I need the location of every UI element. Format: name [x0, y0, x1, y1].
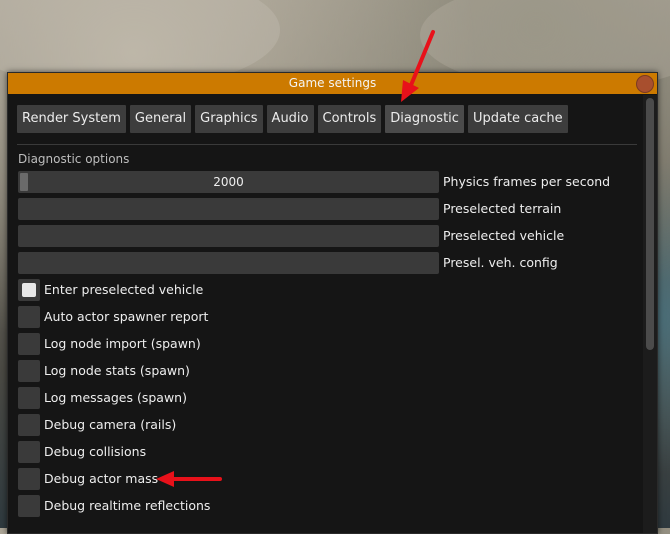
tab-diagnostic[interactable]: Diagnostic	[385, 105, 464, 133]
section-label: Diagnostic options	[18, 152, 130, 166]
physics-fps-label: Physics frames per second	[443, 174, 611, 189]
close-icon[interactable]	[636, 75, 654, 93]
window-titlebar[interactable]: Game settings	[8, 73, 657, 94]
preselected-terrain-row: Preselected terrain	[18, 198, 638, 220]
preselected-terrain-label: Preselected terrain	[443, 201, 562, 216]
checkbox[interactable]	[18, 279, 40, 301]
checkbox[interactable]	[18, 387, 40, 409]
tab-audio[interactable]: Audio	[266, 105, 314, 133]
tab-render-system[interactable]: Render System	[17, 105, 126, 133]
checkbox-label: Log node stats (spawn)	[44, 363, 190, 378]
preselected-vehicle-row: Preselected vehicle	[18, 225, 638, 247]
tab-separator	[17, 144, 637, 145]
checkbox-label: Debug camera (rails)	[44, 417, 177, 432]
preselected-vehicle-input[interactable]	[18, 225, 439, 247]
scrollbar-thumb[interactable]	[646, 98, 654, 350]
tab-update-cache[interactable]: Update cache	[467, 105, 568, 133]
preselected-config-input[interactable]	[18, 252, 439, 274]
tab-bar: Render System General Graphics Audio Con…	[17, 105, 568, 133]
checkbox-label: Log node import (spawn)	[44, 336, 201, 351]
checkbox-label: Debug actor mass	[44, 471, 159, 486]
checkbox-label: Auto actor spawner report	[44, 309, 209, 324]
preselected-config-label: Presel. veh. config	[443, 255, 558, 270]
checkbox[interactable]	[18, 468, 40, 490]
vertical-scrollbar[interactable]	[643, 95, 657, 533]
checkbox-label: Debug collisions	[44, 444, 147, 459]
checkbox[interactable]	[18, 360, 40, 382]
tab-general[interactable]: General	[129, 105, 192, 133]
preselected-config-row: Presel. veh. config	[18, 252, 638, 274]
preselected-terrain-input[interactable]	[18, 198, 439, 220]
checkbox[interactable]	[18, 441, 40, 463]
checkbox[interactable]	[18, 333, 40, 355]
checkbox[interactable]	[18, 414, 40, 436]
checkbox[interactable]	[18, 306, 40, 328]
settings-content: Render System General Graphics Audio Con…	[8, 95, 643, 533]
preselected-vehicle-label: Preselected vehicle	[443, 228, 565, 243]
game-settings-window: Game settings Render System General Grap…	[7, 72, 658, 534]
checkbox[interactable]	[18, 495, 40, 517]
window-title: Game settings	[288, 76, 377, 90]
tab-controls[interactable]: Controls	[317, 105, 382, 133]
checkbox-label: Debug realtime reflections	[44, 498, 211, 513]
tab-graphics[interactable]: Graphics	[195, 105, 263, 133]
checkbox-label: Enter preselected vehicle	[44, 282, 204, 297]
physics-fps-value: 2000	[213, 175, 244, 189]
checkbox-label: Log messages (spawn)	[44, 390, 187, 405]
physics-fps-row: 2000 Physics frames per second	[18, 171, 638, 193]
physics-fps-slider[interactable]: 2000	[18, 171, 439, 193]
